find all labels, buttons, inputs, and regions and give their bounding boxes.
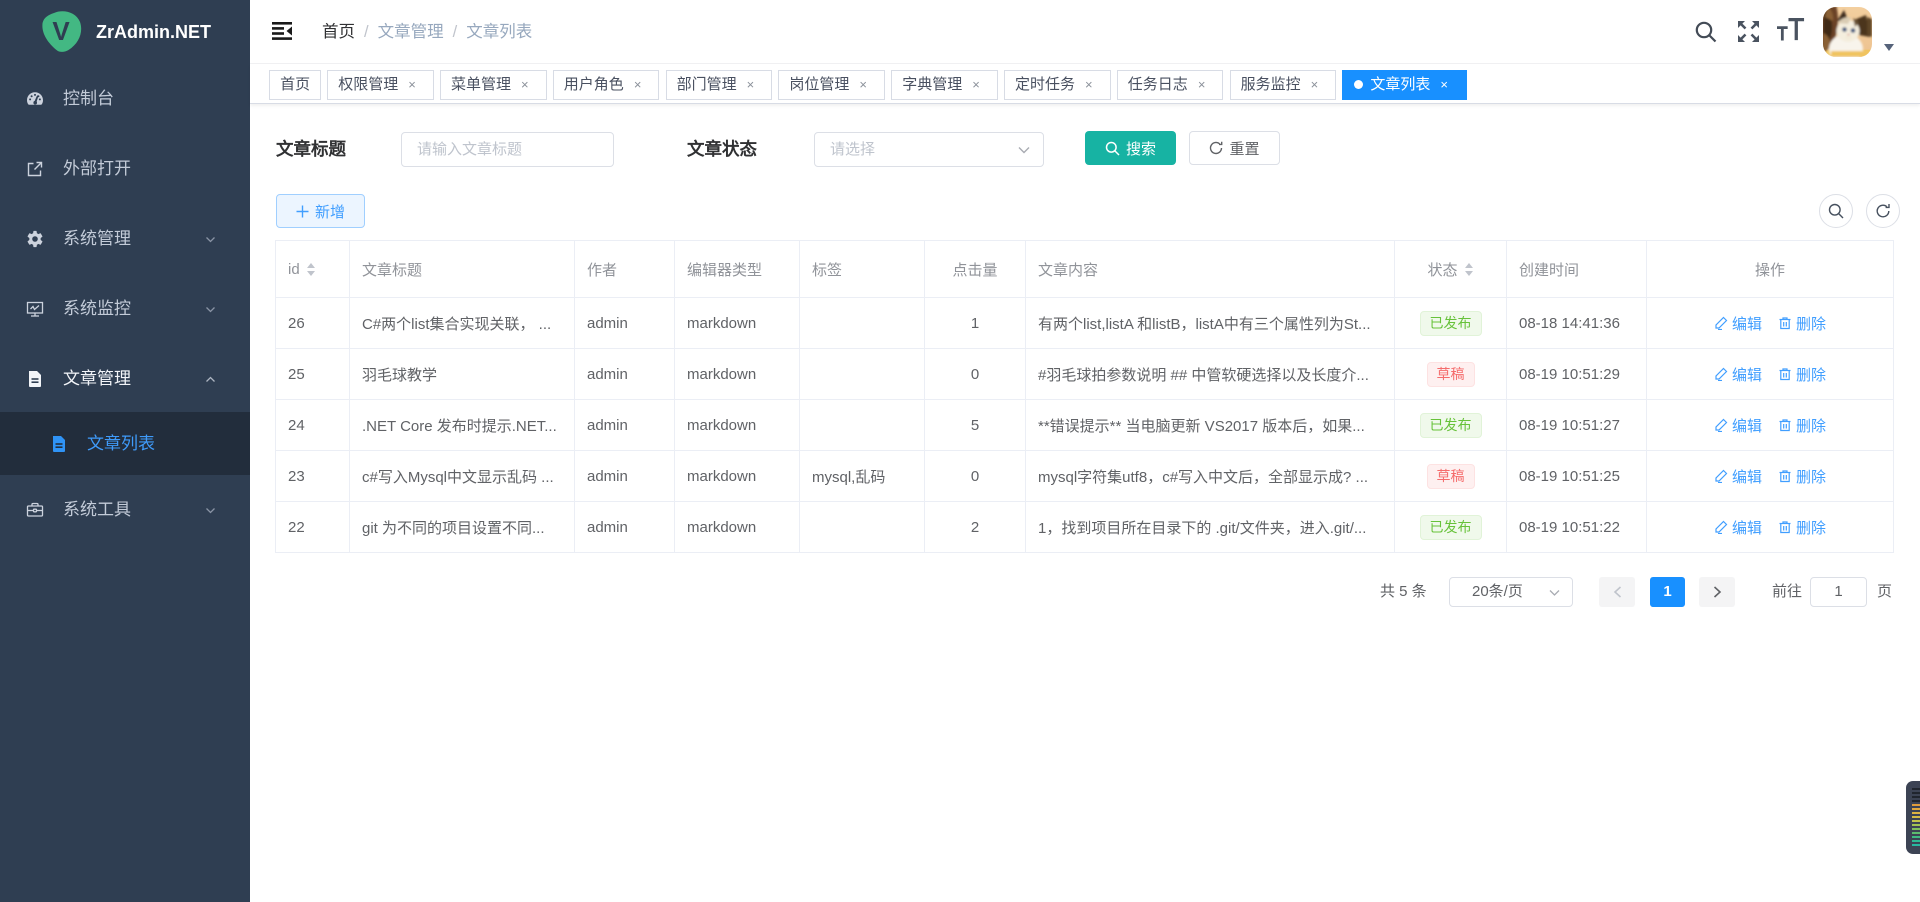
svg-text:V: V <box>52 16 70 46</box>
